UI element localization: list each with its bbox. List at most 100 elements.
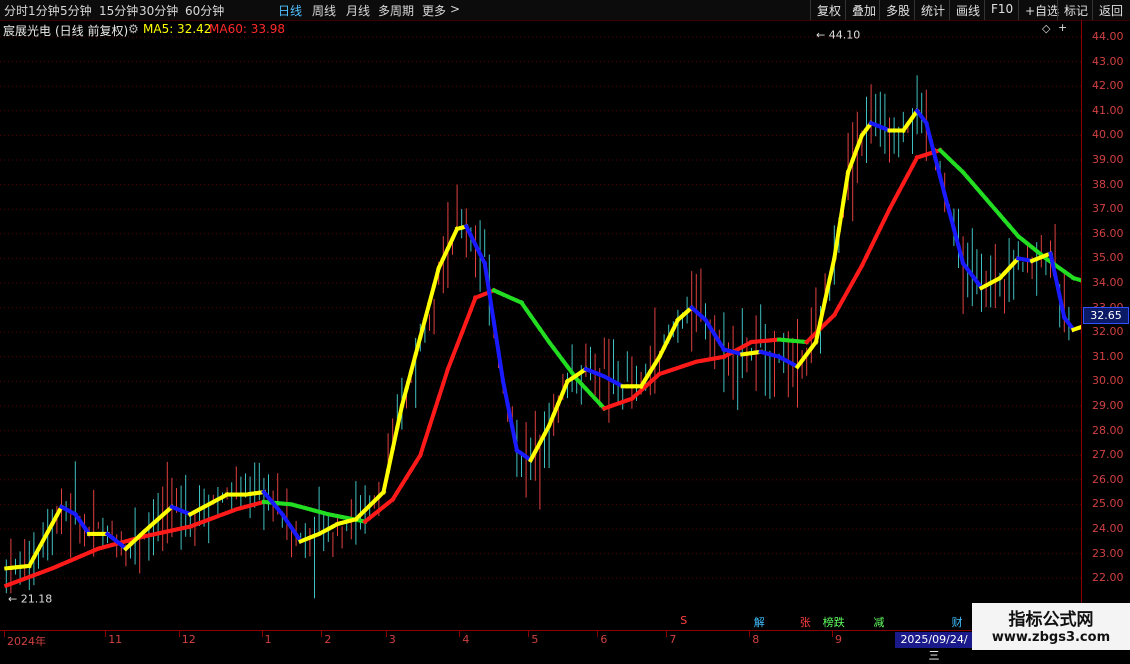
- ma60-line-segment: [434, 398, 439, 412]
- watermark-url: www.zbgs3.com: [972, 630, 1130, 645]
- ma5-line-segment: [825, 279, 830, 300]
- ma5-line-segment: [834, 230, 839, 259]
- price-tick-label: 43.00: [1092, 55, 1124, 68]
- period-tab-5[interactable]: 60分钟: [185, 2, 224, 19]
- price-tick-label: 30.00: [1092, 374, 1124, 387]
- period-tab-2[interactable]: 5分钟: [60, 2, 92, 19]
- more-chevron-icon[interactable]: >: [450, 2, 460, 16]
- event-mark[interactable]: 榜跌: [823, 614, 845, 630]
- date-tick-label: 8: [752, 633, 759, 646]
- date-tick-label: 7: [669, 633, 676, 646]
- ma5-line-segment: [416, 337, 421, 354]
- ma5-line-segment: [844, 172, 849, 201]
- period-toolbar: 分时1分钟5分钟 15分钟30分钟 60分钟 日线周线月线多周期更多 > 复权叠加多股统计…: [0, 0, 1130, 21]
- ma5-line-segment: [420, 320, 425, 337]
- date-tick: [179, 631, 180, 637]
- ma5-line-segment: [931, 141, 936, 159]
- ma60-line-segment: [443, 369, 448, 383]
- date-tick-label: 2: [324, 633, 331, 646]
- ma5-line-segment: [926, 123, 931, 141]
- ma5-line-segment: [485, 263, 490, 293]
- ma5-line-segment: [402, 389, 407, 406]
- price-tick-label: 35.00: [1092, 251, 1124, 264]
- toolbar-button-1[interactable]: 叠加: [845, 0, 882, 20]
- toolbar-button-5[interactable]: F10: [984, 0, 1019, 20]
- ma60-line-segment: [430, 412, 435, 426]
- ma5-line-segment: [393, 428, 398, 450]
- chart-diamond-icon[interactable]: ◇: [1042, 22, 1050, 35]
- ma5-line-segment: [489, 293, 494, 323]
- price-tick-label: 31.00: [1092, 350, 1124, 363]
- period-tab-0[interactable]: 分时: [4, 2, 28, 19]
- date-tick-label: 11: [108, 633, 122, 646]
- price-tick-label: 29.00: [1092, 399, 1124, 412]
- event-mark[interactable]: 解: [754, 614, 765, 630]
- price-tick-label: 36.00: [1092, 227, 1124, 240]
- ma5-line-segment: [411, 354, 416, 371]
- price-tick-label: 42.00: [1092, 79, 1124, 92]
- price-tick-label: 25.00: [1092, 497, 1124, 510]
- date-tick: [528, 631, 529, 637]
- ma5-line-segment: [839, 201, 844, 230]
- date-tick: [386, 631, 387, 637]
- ma5-line-segment: [940, 177, 945, 195]
- ma5-line-segment: [388, 449, 393, 471]
- date-tick: [262, 631, 263, 637]
- period-tab-6[interactable]: 日线: [278, 2, 302, 19]
- ma60-line-segment: [420, 441, 425, 455]
- price-tick-label: 22.00: [1092, 571, 1124, 584]
- period-tab-8[interactable]: 月线: [346, 2, 370, 19]
- toolbar-button-4[interactable]: 画线: [949, 0, 986, 20]
- ma5-line-segment: [830, 258, 835, 279]
- date-tick-label: 4: [462, 633, 469, 646]
- max-price-annotation: ← 44.10: [816, 29, 860, 42]
- date-axis: 2025/09/24/三 2024年1112123456789: [0, 630, 1081, 651]
- ma5-line-segment: [821, 300, 826, 321]
- toolbar-button-7[interactable]: 标记: [1057, 0, 1094, 20]
- toolbar-button-3[interactable]: 统计: [914, 0, 951, 20]
- price-tick-label: 26.00: [1092, 473, 1124, 486]
- ma60-line-segment: [425, 427, 430, 441]
- ma5-line-segment: [1055, 275, 1060, 296]
- chart-plus-icon[interactable]: +: [1058, 21, 1067, 34]
- price-tick-label: 24.00: [1092, 522, 1124, 535]
- period-tab-7[interactable]: 周线: [312, 2, 336, 19]
- ma5-line-segment: [503, 381, 508, 404]
- event-mark[interactable]: 减: [873, 614, 884, 630]
- ma5-line-segment: [434, 268, 439, 285]
- period-tab-1[interactable]: 1分钟: [28, 2, 60, 19]
- ma5-line-segment: [1060, 296, 1065, 317]
- date-tick: [105, 631, 106, 637]
- price-tick-label: 37.00: [1092, 202, 1124, 215]
- period-tab-10[interactable]: 更多: [422, 2, 446, 19]
- toolbar-button-8[interactable]: 返回: [1092, 0, 1129, 20]
- date-tick-label: 3: [389, 633, 396, 646]
- price-tick-label: 39.00: [1092, 153, 1124, 166]
- event-mark[interactable]: S: [680, 614, 687, 627]
- price-tick-label: 40.00: [1092, 128, 1124, 141]
- ma5-line-segment: [954, 229, 959, 246]
- price-tick-label: 28.00: [1092, 424, 1124, 437]
- date-tick: [597, 631, 598, 637]
- date-tick: [4, 631, 5, 637]
- kline-chart[interactable]: ← 44.10← 21.18: [0, 20, 1081, 630]
- watermark-title: 指标公式网: [972, 605, 1130, 630]
- period-tab-9[interactable]: 多周期: [378, 2, 414, 19]
- price-tick-label: 44.00: [1092, 30, 1124, 43]
- ma5-line-segment: [397, 406, 402, 428]
- ma5-line-segment: [425, 303, 430, 320]
- date-tick: [459, 631, 460, 637]
- period-tab-3[interactable]: 15分钟: [99, 2, 138, 19]
- event-mark[interactable]: 财: [952, 614, 963, 630]
- ma5-line-segment: [816, 321, 821, 342]
- period-tab-4[interactable]: 30分钟: [139, 2, 178, 19]
- toolbar-button-0[interactable]: 复权: [810, 0, 847, 20]
- ma5-line-segment: [430, 285, 435, 302]
- price-tick-label: 34.00: [1092, 276, 1124, 289]
- date-tick: [832, 631, 833, 637]
- price-tick-label: 23.00: [1092, 547, 1124, 560]
- ma5-line-segment: [1051, 253, 1056, 274]
- current-price-badge: 32.65: [1083, 307, 1129, 324]
- toolbar-button-2[interactable]: 多股: [879, 0, 916, 20]
- event-mark[interactable]: 张: [800, 614, 811, 630]
